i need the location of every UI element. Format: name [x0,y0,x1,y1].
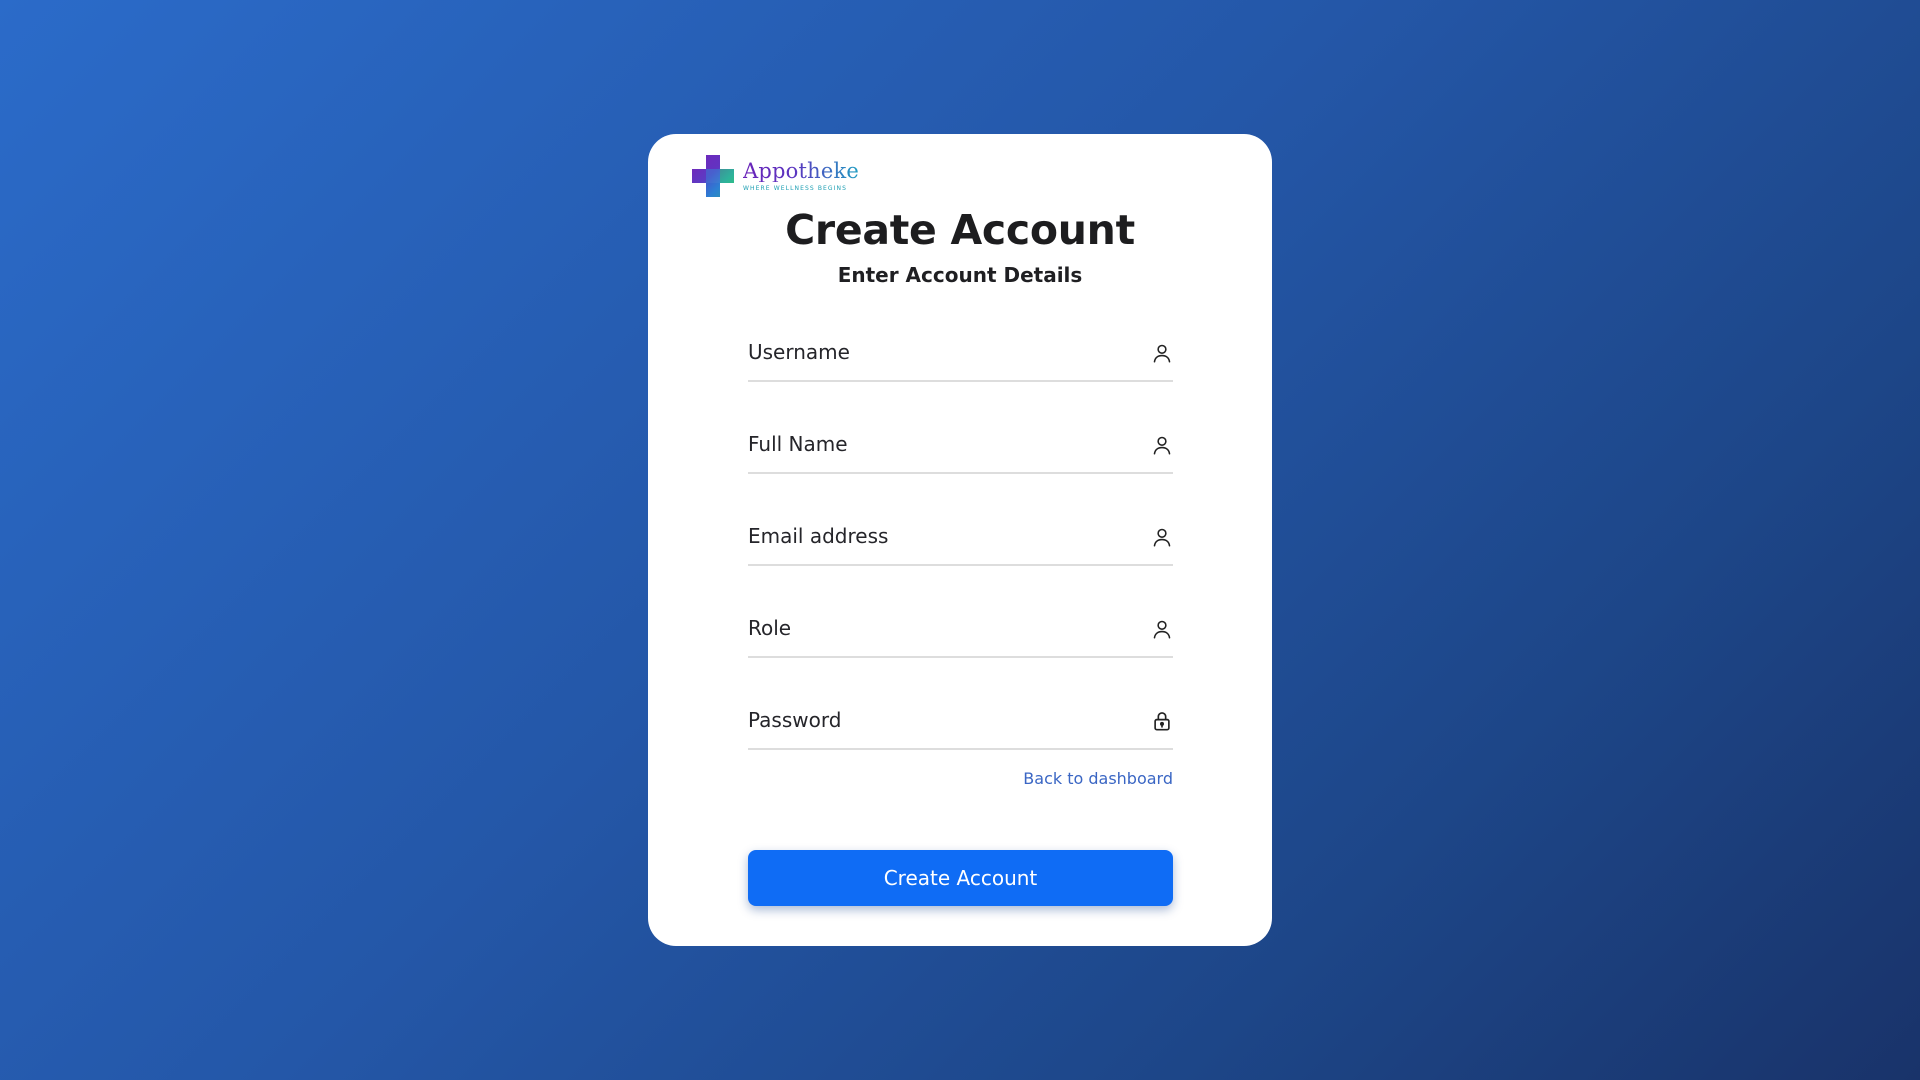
lock-icon [1154,712,1170,731]
role-field-wrapper [748,600,1173,658]
full-name-input[interactable] [748,416,1128,472]
brand-tagline: WHERE WELLNESS BEGINS [743,184,848,192]
create-account-form: Back to dashboard [748,324,1173,788]
medical-cross-icon [692,155,734,197]
brand-name: Appotheke [743,158,860,183]
user-icon [1153,620,1171,639]
email-input[interactable] [748,508,1128,564]
user-icon [1153,436,1171,455]
password-input[interactable] [748,692,1128,748]
page-title: Create Account [785,206,1135,254]
password-field-wrapper [748,692,1173,750]
full-name-field-wrapper [748,416,1173,474]
user-icon [1153,344,1171,363]
create-account-button[interactable]: Create Account [748,850,1173,906]
email-field-wrapper [748,508,1173,566]
brand-logo: Appotheke WHERE WELLNESS BEGINS [690,152,859,200]
username-field-wrapper [748,324,1173,382]
username-input[interactable] [748,324,1128,380]
create-account-card: Appotheke WHERE WELLNESS BEGINS Create A… [648,134,1272,946]
role-input[interactable] [748,600,1128,656]
brand-wordmark: Appotheke WHERE WELLNESS BEGINS [743,158,860,192]
user-icon [1153,528,1171,547]
back-to-dashboard-link[interactable]: Back to dashboard [1023,769,1173,788]
page-subtitle: Enter Account Details [837,263,1083,287]
